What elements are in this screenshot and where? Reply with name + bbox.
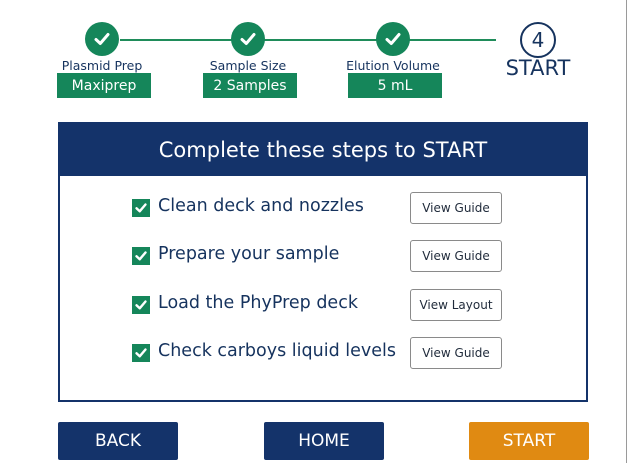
step-4-number: 4 xyxy=(531,28,545,52)
checkbox-prepare-sample[interactable] xyxy=(132,247,150,265)
check-icon xyxy=(135,348,147,358)
home-button[interactable]: HOME xyxy=(264,422,384,460)
view-layout-button[interactable]: View Layout xyxy=(410,289,502,321)
step-3-value: 5 mL xyxy=(348,73,442,98)
step-4-circle: 4 xyxy=(520,22,556,58)
start-button[interactable]: START xyxy=(469,422,589,460)
view-guide-button[interactable]: View Guide xyxy=(410,240,502,272)
check-icon xyxy=(135,203,147,213)
checklist-item-label: Clean deck and nozzles xyxy=(158,196,364,216)
checklist-item-label: Check carboys liquid levels xyxy=(158,341,396,361)
checklist-item: Prepare your sample View Guide xyxy=(60,240,586,272)
panel-title: Complete these steps to START xyxy=(60,124,586,176)
back-button[interactable]: BACK xyxy=(58,422,178,460)
view-guide-button[interactable]: View Guide xyxy=(410,337,502,369)
step-1-value: Maxiprep xyxy=(57,73,151,98)
checkbox-clean-deck[interactable] xyxy=(132,199,150,217)
step-4-label: START xyxy=(505,56,571,80)
check-icon xyxy=(135,251,147,261)
checklist-panel: Complete these steps to START Clean deck… xyxy=(58,122,588,402)
step-1-check-icon xyxy=(85,22,119,56)
check-icon xyxy=(135,300,147,310)
checklist-item-label: Prepare your sample xyxy=(158,244,340,264)
checklist-item: Check carboys liquid levels View Guide xyxy=(60,337,586,369)
window-edge xyxy=(626,0,627,463)
step-2-check-icon xyxy=(231,22,265,56)
step-3-label: Elution Volume xyxy=(346,58,440,73)
checklist-item-label: Load the PhyPrep deck xyxy=(158,293,358,313)
stepper-connector xyxy=(120,39,496,41)
checkbox-carboys[interactable] xyxy=(132,344,150,362)
step-1-label: Plasmid Prep xyxy=(61,58,143,73)
step-2-label: Sample Size xyxy=(209,58,287,73)
step-2-value: 2 Samples xyxy=(203,73,297,98)
view-guide-button[interactable]: View Guide xyxy=(410,192,502,224)
checklist-item: Clean deck and nozzles View Guide xyxy=(60,192,586,224)
step-3-check-icon xyxy=(376,22,410,56)
checklist-item: Load the PhyPrep deck View Layout xyxy=(60,289,586,321)
checkbox-load-deck[interactable] xyxy=(132,296,150,314)
